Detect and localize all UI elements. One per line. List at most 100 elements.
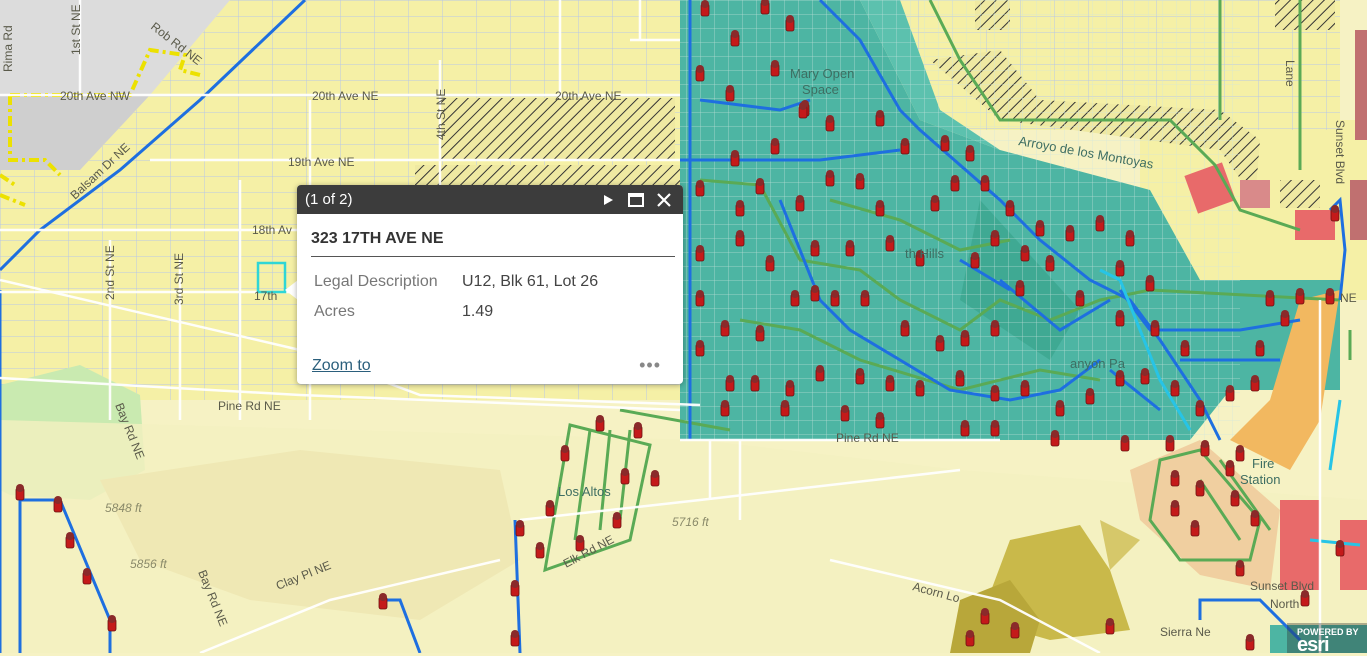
hydrant-icon xyxy=(1095,215,1105,232)
hydrant-icon xyxy=(650,470,660,487)
hydrant-icon xyxy=(785,15,795,32)
label-1st: 1st St NE xyxy=(69,4,83,55)
hydrant-icon xyxy=(990,320,1000,337)
hydrant-icon xyxy=(545,500,555,517)
hydrant-icon xyxy=(855,368,865,385)
hydrant-icon xyxy=(633,422,643,439)
hydrant-icon xyxy=(1105,618,1115,635)
map-canvas[interactable]: Rima Rd 1st St NE Rob Rd NE 20th Ave NW … xyxy=(0,0,1367,653)
hydrant-icon xyxy=(1115,370,1125,387)
hydrant-icon xyxy=(935,335,945,352)
hydrant-icon xyxy=(825,170,835,187)
play-icon xyxy=(604,194,613,205)
hydrant-icon xyxy=(900,320,910,337)
close-icon xyxy=(657,192,671,207)
hydrant-icon xyxy=(378,593,388,610)
hydrant-icon xyxy=(1075,290,1085,307)
hydrant-icon xyxy=(1190,520,1200,537)
hydrant-icon xyxy=(1115,260,1125,277)
hydrant-icon xyxy=(770,138,780,155)
hydrant-icon xyxy=(1255,340,1265,357)
hydrant-icon xyxy=(970,252,980,269)
hydrant-icon xyxy=(735,200,745,217)
hydrant-icon xyxy=(1235,560,1245,577)
hydrant-icon xyxy=(1045,255,1055,272)
label-3rd: 3rd St NE xyxy=(172,253,186,305)
hydrant-icon xyxy=(1325,288,1335,305)
label-north-hills: th Hills xyxy=(905,246,945,261)
hydrant-icon xyxy=(815,365,825,382)
hydrant-icon xyxy=(1170,380,1180,397)
hydrant-icon xyxy=(930,195,940,212)
hydrant-icon xyxy=(720,400,730,417)
hydrant-icon xyxy=(1245,634,1255,651)
hydrant-icon xyxy=(765,255,775,272)
maximize-button[interactable] xyxy=(625,189,647,211)
hydrant-icon xyxy=(940,135,950,152)
hydrant-icon xyxy=(1250,510,1260,527)
hydrant-icon xyxy=(1265,290,1275,307)
hydrant-icon xyxy=(730,30,740,47)
hydrant-icon xyxy=(755,325,765,342)
hydrant-icon xyxy=(785,380,795,397)
hydrant-icon xyxy=(695,65,705,82)
hydrant-icon xyxy=(695,290,705,307)
hydrant-icon xyxy=(515,520,525,537)
next-feature-button[interactable] xyxy=(597,189,619,211)
hydrant-icon xyxy=(965,630,975,647)
label-17: 17th xyxy=(254,289,277,303)
hydrant-icon xyxy=(810,285,820,302)
label-pine-b: Pine Rd NE xyxy=(836,431,899,445)
hydrant-icon xyxy=(900,138,910,155)
label-4th: 4th St NE xyxy=(434,89,448,140)
hydrant-icon xyxy=(1330,205,1340,222)
hydrant-icon xyxy=(1085,388,1095,405)
hydrant-icon xyxy=(1120,435,1130,452)
hydrant-icon xyxy=(1035,220,1045,237)
label-20ne-a: 20th Ave NE xyxy=(312,89,379,103)
hydrant-icon xyxy=(798,102,808,119)
zoom-to-link[interactable]: Zoom to xyxy=(312,357,639,375)
hydrant-icon xyxy=(1055,400,1065,417)
hydrant-icon xyxy=(620,468,630,485)
esri-logo: esri xyxy=(1297,634,1330,656)
maximize-icon xyxy=(628,192,644,207)
attribute-key: Acres xyxy=(314,303,355,320)
label-openspace2: Space xyxy=(802,82,839,97)
hydrant-icon xyxy=(990,420,1000,437)
hydrant-icon xyxy=(1230,490,1240,507)
label-lane: Lane xyxy=(1283,60,1297,87)
hydrant-icon xyxy=(510,580,520,597)
hydrant-icon xyxy=(53,496,63,513)
hydrant-icon xyxy=(560,445,570,462)
hydrant-icon xyxy=(1250,375,1260,392)
hydrant-icon xyxy=(770,60,780,77)
hydrant-icon xyxy=(1005,200,1015,217)
label-north: North xyxy=(1270,597,1299,611)
popup-header: (1 of 2) xyxy=(297,185,683,214)
label-sierra: Sierra Ne xyxy=(1160,625,1211,639)
esri-attribution[interactable]: POWERED BY esri xyxy=(1287,623,1367,656)
attribute-row: Legal Description U12, Blk 61, Lot 26 xyxy=(311,267,675,297)
hydrant-icon xyxy=(1115,310,1125,327)
label-sunset: Sunset Blvd xyxy=(1250,579,1314,593)
popup-title: 323 17TH AVE NE xyxy=(311,214,675,257)
hydrant-icon xyxy=(955,370,965,387)
attribute-row: Acres 1.49 xyxy=(311,297,675,327)
label-sunset2: Sunset Blvd xyxy=(1333,120,1347,184)
hydrant-icon xyxy=(1170,470,1180,487)
hydrant-icon xyxy=(595,415,605,432)
hydrant-icon xyxy=(965,145,975,162)
more-actions-button[interactable]: ••• xyxy=(639,355,661,376)
hydrant-icon xyxy=(960,330,970,347)
hydrant-icon xyxy=(695,245,705,262)
hydrant-icon xyxy=(885,375,895,392)
close-button[interactable] xyxy=(653,189,675,211)
hydrant-icon xyxy=(780,400,790,417)
hydrant-icon xyxy=(700,0,710,17)
label-openspace1: Mary Open xyxy=(790,66,854,81)
hydrant-icon xyxy=(15,484,25,501)
hydrant-icon xyxy=(82,568,92,585)
hydrant-icon xyxy=(860,290,870,307)
hatched-zone xyxy=(440,98,675,160)
